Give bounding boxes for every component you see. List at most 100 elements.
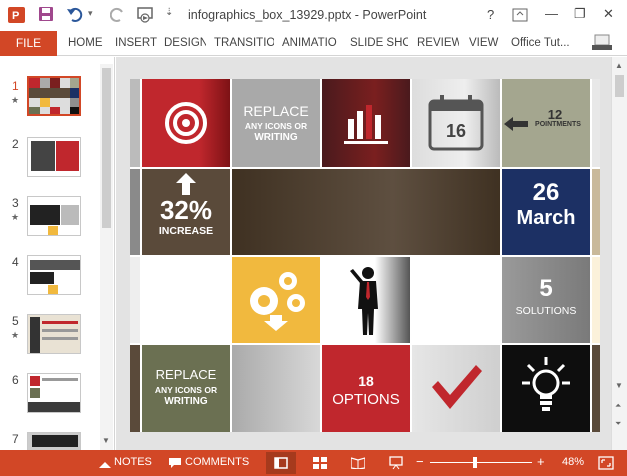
- tab-home[interactable]: HOME: [68, 31, 106, 56]
- notes-button[interactable]: NOTES: [114, 456, 152, 468]
- businessman-icon: [350, 267, 378, 335]
- options-number: 18: [358, 373, 374, 389]
- slide-thumbnail-5[interactable]: [27, 314, 81, 354]
- svg-text:P: P: [12, 10, 19, 22]
- replace-subline: ANY ICONS OR: [244, 121, 308, 131]
- undo-dropdown-icon[interactable]: ▾: [88, 8, 93, 19]
- date-day: 26: [532, 179, 560, 206]
- options-tile[interactable]: 18 OPTIONS: [322, 345, 410, 432]
- slide-thumbnail-2[interactable]: [27, 137, 81, 177]
- slide-number-7: 7: [12, 432, 19, 446]
- zoom-slider-track[interactable]: [430, 462, 532, 463]
- help-button[interactable]: ?: [487, 7, 494, 22]
- tab-transitions[interactable]: TRANSITIO: [214, 31, 274, 56]
- zoom-out-button[interactable]: −: [416, 454, 424, 469]
- pointments-tile[interactable]: 12 POINTMENTS: [502, 79, 590, 167]
- customize-toolbar-icon[interactable]: ⇣: [165, 7, 173, 18]
- slide-number-5: 5: [12, 314, 19, 328]
- replace-text-tile-bottom[interactable]: REPLACE ANY ICONS OR WRITING: [142, 345, 230, 432]
- slide-vertical-scrollbar[interactable]: ▲ ▼ ⏶ ⏷: [611, 57, 627, 450]
- window-title: infographics_box_13929.pptx - PowerPoint: [188, 8, 427, 22]
- tab-design[interactable]: DESIGN: [164, 31, 206, 56]
- calendar-tile[interactable]: 16: [412, 79, 500, 167]
- save-icon[interactable]: [38, 6, 54, 22]
- photo-banner-tile[interactable]: [232, 169, 500, 255]
- scrollbar-thumb[interactable]: [615, 75, 624, 97]
- slide-sorter-icon[interactable]: [313, 457, 327, 469]
- slide-thumbnail-4[interactable]: [27, 255, 81, 295]
- slide-thumbnail-1[interactable]: [27, 76, 81, 116]
- animation-star-icon: ★: [11, 330, 20, 340]
- normal-view-button[interactable]: [266, 452, 296, 474]
- bar-chart-icon: [344, 105, 388, 144]
- target-tile[interactable]: [142, 79, 230, 167]
- thumbnail-scrollbar-thumb[interactable]: [102, 68, 111, 228]
- replace-writing: WRITING: [254, 132, 298, 143]
- scroll-down-icon[interactable]: ▼: [615, 381, 623, 390]
- fit-slide-to-window-icon[interactable]: [598, 456, 614, 470]
- solutions-number: 5: [539, 275, 553, 302]
- solutions-label: SOLUTIONS: [515, 305, 577, 317]
- gears-tile[interactable]: [232, 257, 320, 343]
- slide-editing-area[interactable]: REPLACE ANY ICONS OR WRITING 16 12 POINT…: [116, 57, 611, 450]
- replace-heading: REPLACE: [155, 367, 217, 382]
- animation-star-icon: ★: [11, 95, 20, 105]
- next-slide-icon[interactable]: ⏷: [615, 419, 621, 429]
- lightbulb-tile[interactable]: [502, 345, 590, 432]
- title-bar: P ▾ ⇣ infographics_box_13929.pptx - Powe…: [0, 0, 627, 31]
- replace-subline: ANY ICONS OR: [154, 385, 218, 395]
- zoom-level[interactable]: 48%: [562, 456, 584, 468]
- replace-text-tile-top[interactable]: REPLACE ANY ICONS OR WRITING: [232, 79, 320, 167]
- tab-view[interactable]: VIEW: [469, 31, 499, 56]
- previous-slide-icon[interactable]: ⏶: [615, 401, 621, 411]
- start-from-beginning-icon[interactable]: [137, 6, 155, 24]
- grey-tile: [232, 345, 320, 432]
- slide-canvas[interactable]: REPLACE ANY ICONS OR WRITING 16 12 POINT…: [130, 79, 600, 432]
- edge-block: [592, 169, 600, 255]
- date-tile[interactable]: 26 March: [502, 169, 590, 255]
- slide-thumbnail-6[interactable]: [27, 373, 81, 413]
- user-avatar-icon[interactable]: [590, 33, 614, 53]
- slide-number-1: 1: [12, 79, 19, 93]
- ribbon-display-options-icon[interactable]: [512, 8, 528, 22]
- scroll-down-icon[interactable]: ▼: [102, 436, 110, 445]
- tab-review[interactable]: REVIEW: [417, 31, 459, 56]
- arrow-up-icon: [176, 173, 196, 195]
- checkmark-tile[interactable]: [412, 345, 500, 432]
- businessman-tile[interactable]: [322, 257, 410, 343]
- zoom-slider-thumb[interactable]: [473, 457, 478, 468]
- slide-thumbnail-3[interactable]: [27, 196, 81, 236]
- zoom-in-button[interactable]: +: [537, 454, 545, 469]
- target-icon: [165, 102, 207, 144]
- slide-thumbnail-pane[interactable]: 1 ★ 2 3 ★ 4 5 ★ 6 7 ▼: [0, 57, 115, 450]
- file-tab[interactable]: FILE: [0, 31, 57, 56]
- comments-button[interactable]: COMMENTS: [185, 456, 249, 468]
- restore-button[interactable]: ❐: [574, 6, 586, 22]
- slide-number-4: 4: [12, 255, 19, 269]
- close-button[interactable]: ✕: [603, 6, 614, 22]
- tab-slide-show[interactable]: SLIDE SHO: [350, 31, 408, 56]
- redo-icon[interactable]: [110, 6, 126, 22]
- scroll-up-icon[interactable]: ▲: [615, 61, 623, 70]
- solutions-tile[interactable]: 5 SOLUTIONS: [502, 257, 590, 343]
- thumbnail-scrollbar[interactable]: ▼: [100, 64, 113, 450]
- minimize-button[interactable]: —: [545, 6, 558, 21]
- ribbon-tabs: FILE HOME INSERT DESIGN TRANSITIO ANIMAT…: [0, 31, 627, 56]
- blank-tile: [412, 257, 500, 343]
- slide-number-6: 6: [12, 373, 19, 387]
- account-name[interactable]: Office Tut...: [511, 31, 579, 56]
- increase-tile[interactable]: 32% INCREASE: [142, 169, 230, 255]
- date-month: March: [516, 207, 576, 229]
- undo-icon[interactable]: [66, 6, 84, 22]
- edge-block: [130, 257, 140, 343]
- slide-show-icon[interactable]: [389, 456, 403, 470]
- slide-thumbnail-7[interactable]: [27, 432, 81, 450]
- reading-view-icon[interactable]: [351, 457, 365, 469]
- tab-insert[interactable]: INSERT: [115, 31, 157, 56]
- tab-animations[interactable]: ANIMATIO: [282, 31, 340, 56]
- status-bar: NOTES COMMENTS − + 48%: [0, 450, 627, 476]
- replace-writing: WRITING: [164, 396, 208, 407]
- calendar-day: 16: [445, 121, 467, 141]
- checkmark-icon: [432, 365, 482, 409]
- bar-chart-tile[interactable]: [322, 79, 410, 167]
